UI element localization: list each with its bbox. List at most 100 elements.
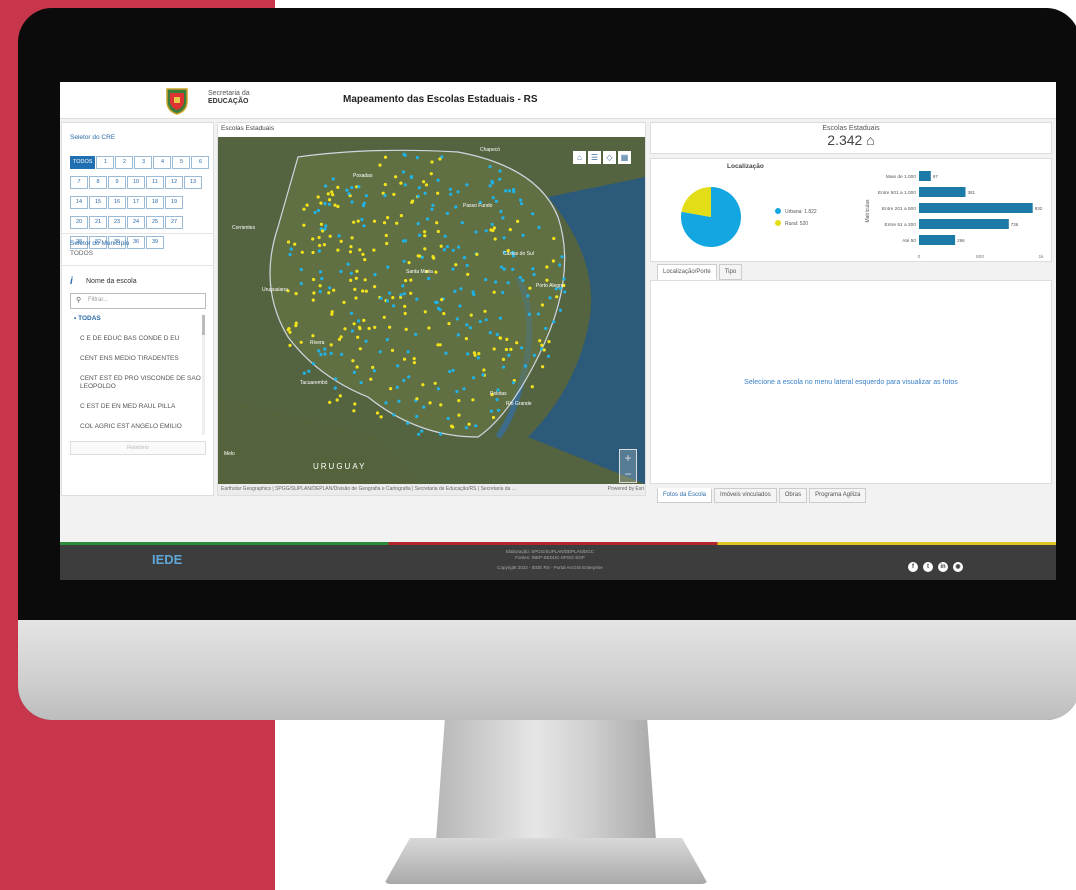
school-point (305, 203, 309, 207)
x-tick-label: 1k (1038, 254, 1044, 260)
school-point (424, 183, 429, 187)
zoom-out-button[interactable]: − (620, 466, 636, 482)
cre-button[interactable]: 23 (108, 216, 126, 229)
school-point (327, 291, 331, 295)
cre-button[interactable]: 10 (127, 176, 145, 189)
school-point (402, 378, 406, 383)
report-button[interactable]: Relatório (70, 441, 206, 455)
school-point (417, 186, 421, 190)
zoom-in-button[interactable]: + (620, 450, 636, 466)
school-point (383, 155, 388, 159)
tab-obras[interactable]: Obras (778, 488, 808, 503)
place-label: Melo (224, 451, 235, 457)
cre-button[interactable]: 1 (96, 156, 115, 169)
instagram-icon[interactable]: ◉ (953, 562, 963, 572)
list-item[interactable]: C EST DE EN MED RAUL PILLA (70, 403, 204, 411)
school-point (395, 385, 399, 389)
cre-button[interactable]: 18 (146, 196, 164, 209)
school-point (318, 243, 322, 248)
school-point (312, 291, 316, 295)
school-point (321, 229, 325, 233)
school-point (492, 290, 496, 294)
school-point (423, 230, 427, 234)
cre-button[interactable]: 36 (127, 236, 145, 249)
school-point (294, 292, 298, 296)
school-point (451, 248, 455, 252)
cre-button[interactable]: 7 (70, 176, 88, 189)
cre-button[interactable]: 24 (127, 216, 145, 229)
list-item[interactable]: C E DE EDUC BAS CONDE D EU (70, 335, 204, 343)
school-point (395, 221, 399, 225)
school-point (302, 371, 306, 375)
tab-localizacao-porte[interactable]: Localização/Porte (657, 264, 717, 280)
chart-tabs: Localização/Porte Tipo (657, 260, 744, 280)
school-point (399, 181, 403, 185)
cre-button[interactable]: 4 (153, 156, 172, 169)
list-item[interactable]: • TODAS (70, 315, 204, 323)
esri-credit[interactable]: Powered by Esri (608, 484, 644, 495)
school-point (388, 291, 392, 295)
cre-button[interactable]: 16 (108, 196, 126, 209)
school-point (317, 349, 321, 353)
map-title: Escolas Estaduais (221, 125, 275, 132)
tab-programa-agiliza[interactable]: Programa Agiliza (809, 488, 867, 503)
tab-imoveis-vinculados[interactable]: Imóveis vinculados (714, 488, 777, 503)
school-point (446, 416, 450, 421)
school-point (409, 175, 414, 179)
school-point (433, 381, 437, 385)
cre-button[interactable]: 27 (165, 216, 183, 229)
school-point (336, 185, 340, 189)
cre-button[interactable]: 3 (134, 156, 153, 169)
municipio-selected-value[interactable]: TODOS (70, 250, 93, 257)
cre-button[interactable]: 8 (89, 176, 107, 189)
school-point (312, 277, 316, 282)
cre-button[interactable]: 13 (184, 176, 202, 189)
bar (919, 203, 1033, 213)
school-point (428, 401, 432, 405)
cre-button[interactable]: TODOS (70, 156, 96, 169)
list-item[interactable]: COL AGRIC EST ANGELO EMILIO (70, 423, 204, 431)
tab-tipo[interactable]: Tipo (718, 264, 743, 280)
school-point (473, 353, 477, 357)
school-point (311, 250, 315, 255)
school-point (474, 424, 478, 428)
school-point (402, 292, 406, 296)
cre-button[interactable]: 39 (146, 236, 164, 249)
home-icon[interactable]: ⌂ (573, 151, 586, 164)
facebook-icon[interactable]: f (908, 562, 918, 572)
school-filter-input[interactable]: ⚲ Filtrar... (70, 293, 206, 309)
school-point (519, 198, 523, 202)
school-point (423, 310, 427, 314)
layers-icon[interactable]: ◇ (603, 151, 616, 164)
cre-button[interactable]: 9 (108, 176, 126, 189)
school-point (353, 287, 357, 291)
cre-button[interactable]: 5 (172, 156, 191, 169)
cre-button[interactable]: 12 (165, 176, 183, 189)
list-item[interactable]: CENT EST ED PRO VISCONDE DE SAO LEOPOLDO (70, 375, 204, 391)
school-point (316, 195, 320, 199)
legend-icon[interactable]: ☰ (588, 151, 601, 164)
school-point (448, 187, 452, 191)
iede-logo[interactable]: IEDE (152, 552, 182, 567)
school-point (354, 276, 358, 280)
basemap-gallery-icon[interactable]: ▦ (618, 151, 631, 164)
school-point (511, 381, 516, 385)
cre-button[interactable]: 17 (127, 196, 145, 209)
cre-button[interactable]: 14 (70, 196, 88, 209)
cre-button[interactable]: 25 (146, 216, 164, 229)
cre-button[interactable]: 15 (89, 196, 107, 209)
twitter-icon[interactable]: t (923, 562, 933, 572)
cre-button[interactable]: 11 (146, 176, 164, 189)
school-point (394, 175, 398, 179)
cre-button[interactable]: 6 (191, 156, 210, 169)
cre-button[interactable]: 20 (70, 216, 88, 229)
cre-button[interactable]: 2 (115, 156, 134, 169)
place-label: Santa Maria (406, 269, 433, 275)
tab-fotos-da-escola[interactable]: Fotos da Escola (657, 488, 713, 503)
map-canvas[interactable]: Chapecó Posadas Passo Fundo Corrientes U… (218, 137, 645, 484)
cre-button[interactable]: 19 (165, 196, 183, 209)
list-scrollbar[interactable] (202, 315, 205, 435)
list-item[interactable]: CENT ENS MEDIO TIRADENTES (70, 355, 204, 363)
cre-button[interactable]: 21 (89, 216, 107, 229)
linkedin-icon[interactable]: in (938, 562, 948, 572)
